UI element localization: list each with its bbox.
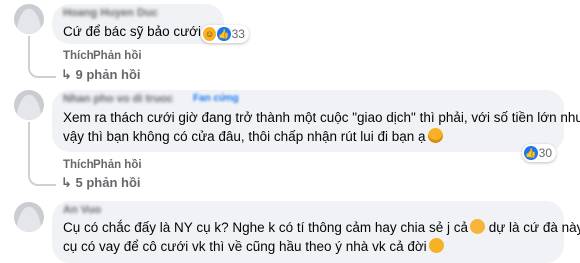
reaction-count: 33 <box>231 27 245 41</box>
fan-badge: Fan cứng <box>193 93 239 104</box>
reply-arrow-icon: ↳ <box>61 175 76 190</box>
avatar[interactable] <box>14 4 44 34</box>
avatar[interactable] <box>14 202 44 232</box>
view-replies-link[interactable]: ↳ 9 phản hồi <box>61 67 141 83</box>
comment-line: Cụ có chắc đấy là NY cụ k? Nghe k có tí … <box>63 219 580 235</box>
rofl-emoji-icon <box>426 235 446 256</box>
reaction-count: 30 <box>538 146 552 160</box>
reaction-summary[interactable]: 👍 30 <box>522 144 556 162</box>
reply-thread-line <box>28 36 56 78</box>
sad-emoji-icon <box>427 128 443 143</box>
like-action[interactable]: Thích <box>63 159 94 171</box>
comment-author[interactable]: Nhan pho vo di truoc <box>63 93 173 105</box>
comment-text: Xem ra thách cưới giờ đang trở thành một… <box>63 108 580 146</box>
like-reaction-icon: 👍 <box>217 27 231 41</box>
flushed-emoji-icon <box>469 219 485 234</box>
comment-text: Cụ có chắc đấy là NY cụ k? Nghe k có tí … <box>63 218 580 256</box>
like-action[interactable]: Thích <box>63 50 94 62</box>
comment-line: cụ có vay để cô cưới vk thì về cũng hầu … <box>63 235 580 256</box>
reply-thread-line <box>28 122 56 186</box>
comment-line: Xem ra thách cưới giờ đang trở thành một… <box>63 110 580 125</box>
comment-line: vậy thì bạn không có cửa đâu, thôi chấp … <box>63 127 580 146</box>
comment-author[interactable]: Hoang Huyen Duc <box>63 7 158 19</box>
comment-author[interactable]: An Vuo <box>63 204 101 216</box>
reply-action[interactable]: Phản hồi <box>93 50 142 62</box>
like-reaction-icon: 👍 <box>524 146 538 160</box>
comment-text: Cứ để bác sỹ bảo cưới <box>63 24 201 39</box>
reply-action[interactable]: Phản hồi <box>93 159 142 171</box>
view-replies-link[interactable]: ↳ 5 phản hồi <box>61 175 141 191</box>
reaction-summary[interactable]: ☺ 👍 33 <box>201 25 249 43</box>
reply-arrow-icon: ↳ <box>61 67 76 82</box>
haha-reaction-icon: ☺ <box>203 27 217 41</box>
avatar[interactable] <box>14 90 44 120</box>
